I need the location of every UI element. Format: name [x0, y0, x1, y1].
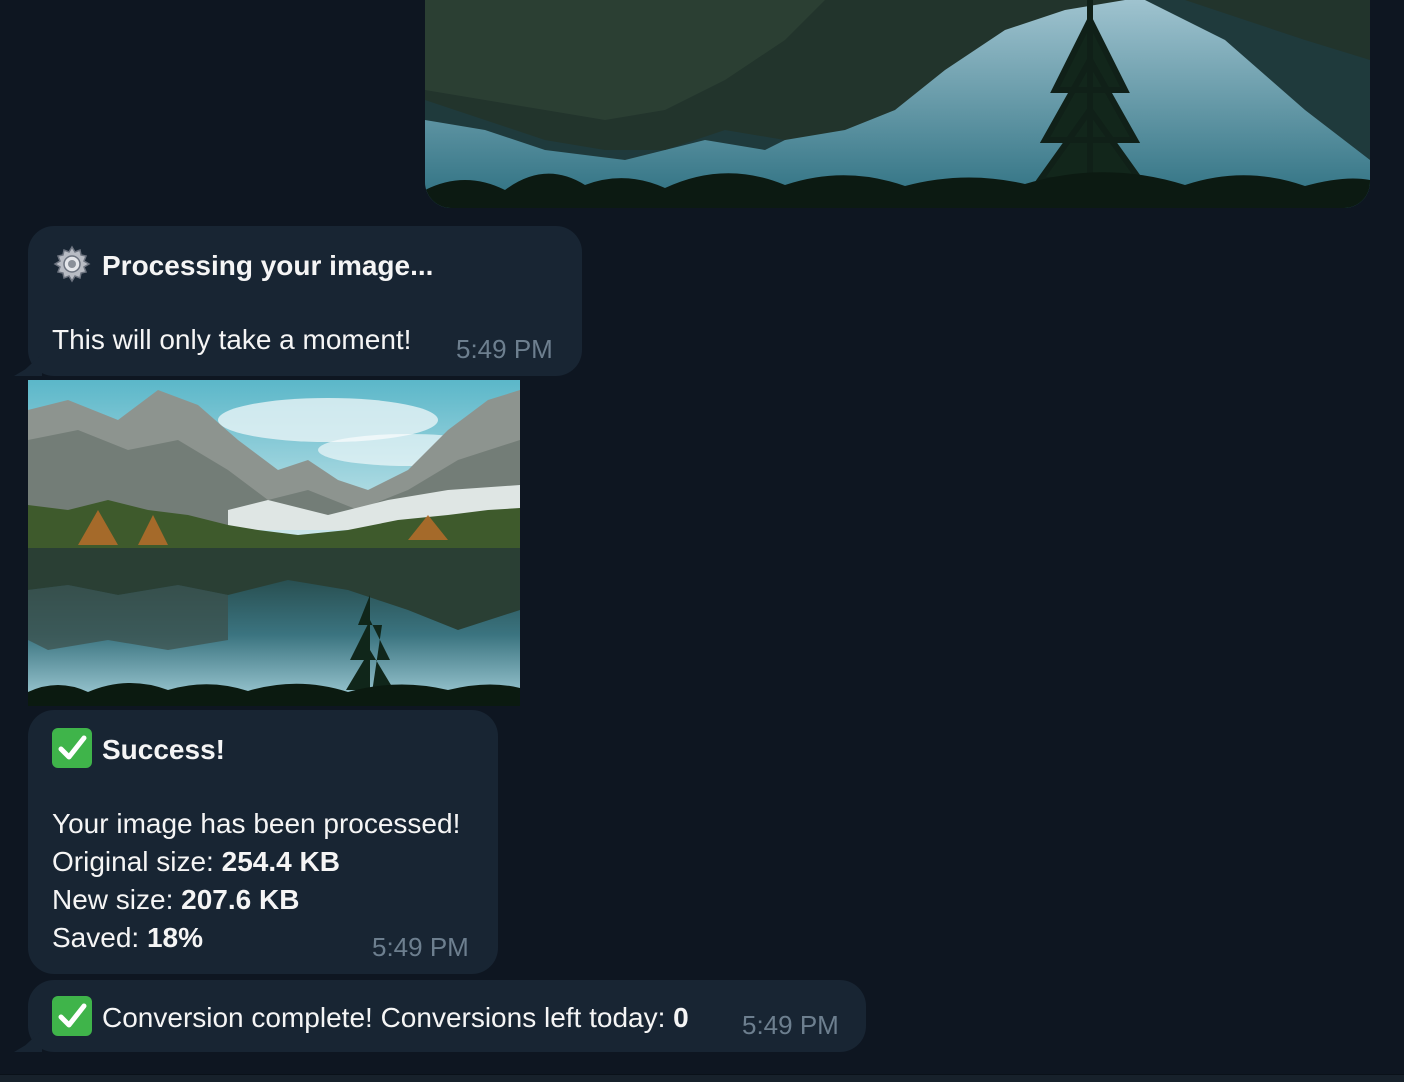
processing-title-row: Processing your image... — [52, 244, 433, 285]
original-size-value: 254.4 KB — [221, 846, 340, 877]
processing-timestamp: 5:49 PM — [456, 334, 553, 364]
success-line-processed: Your image has been processed! — [52, 808, 461, 839]
check-mark-icon — [52, 728, 92, 768]
new-size-label: New size: — [52, 884, 182, 915]
conversion-complete-message[interactable]: Conversion complete! Conversions left to… — [28, 980, 866, 1052]
success-timestamp: 5:49 PM — [372, 932, 469, 962]
check-mark-icon — [52, 996, 92, 1036]
saved-label: Saved: — [52, 922, 147, 953]
processed-photo[interactable] — [28, 380, 520, 706]
processing-body: This will only take a moment! — [52, 324, 412, 355]
original-size-label: Original size: — [52, 846, 222, 877]
success-message[interactable]: Success! Your image has been processed! … — [28, 710, 498, 974]
new-size-value: 207.6 KB — [181, 884, 300, 915]
processing-message[interactable]: Processing your image... This will only … — [28, 226, 582, 376]
success-title-row: Success! — [52, 728, 225, 769]
conversion-complete-text: Conversion complete! Conversions left to… — [102, 1002, 674, 1033]
sent-photo-image — [425, 0, 1370, 208]
conversions-left-count: 0 — [673, 1002, 689, 1033]
saved-value: 18% — [146, 922, 203, 953]
success-title: Success! — [102, 734, 225, 765]
sent-photo[interactable] — [425, 0, 1370, 208]
gear-icon — [53, 245, 91, 283]
new-size-row: New size: 207.6 KB — [52, 881, 460, 919]
conversion-complete-row: Conversion complete! Conversions left to… — [52, 996, 689, 1037]
composer-divider — [0, 1074, 1404, 1082]
conversion-complete-timestamp: 5:49 PM — [742, 1010, 839, 1040]
original-size-row: Original size: 254.4 KB — [52, 843, 460, 881]
processed-photo-image — [28, 380, 520, 706]
chat-history[interactable]: Processing your image... This will only … — [0, 0, 1404, 1082]
processing-title: Processing your image... — [102, 250, 434, 281]
